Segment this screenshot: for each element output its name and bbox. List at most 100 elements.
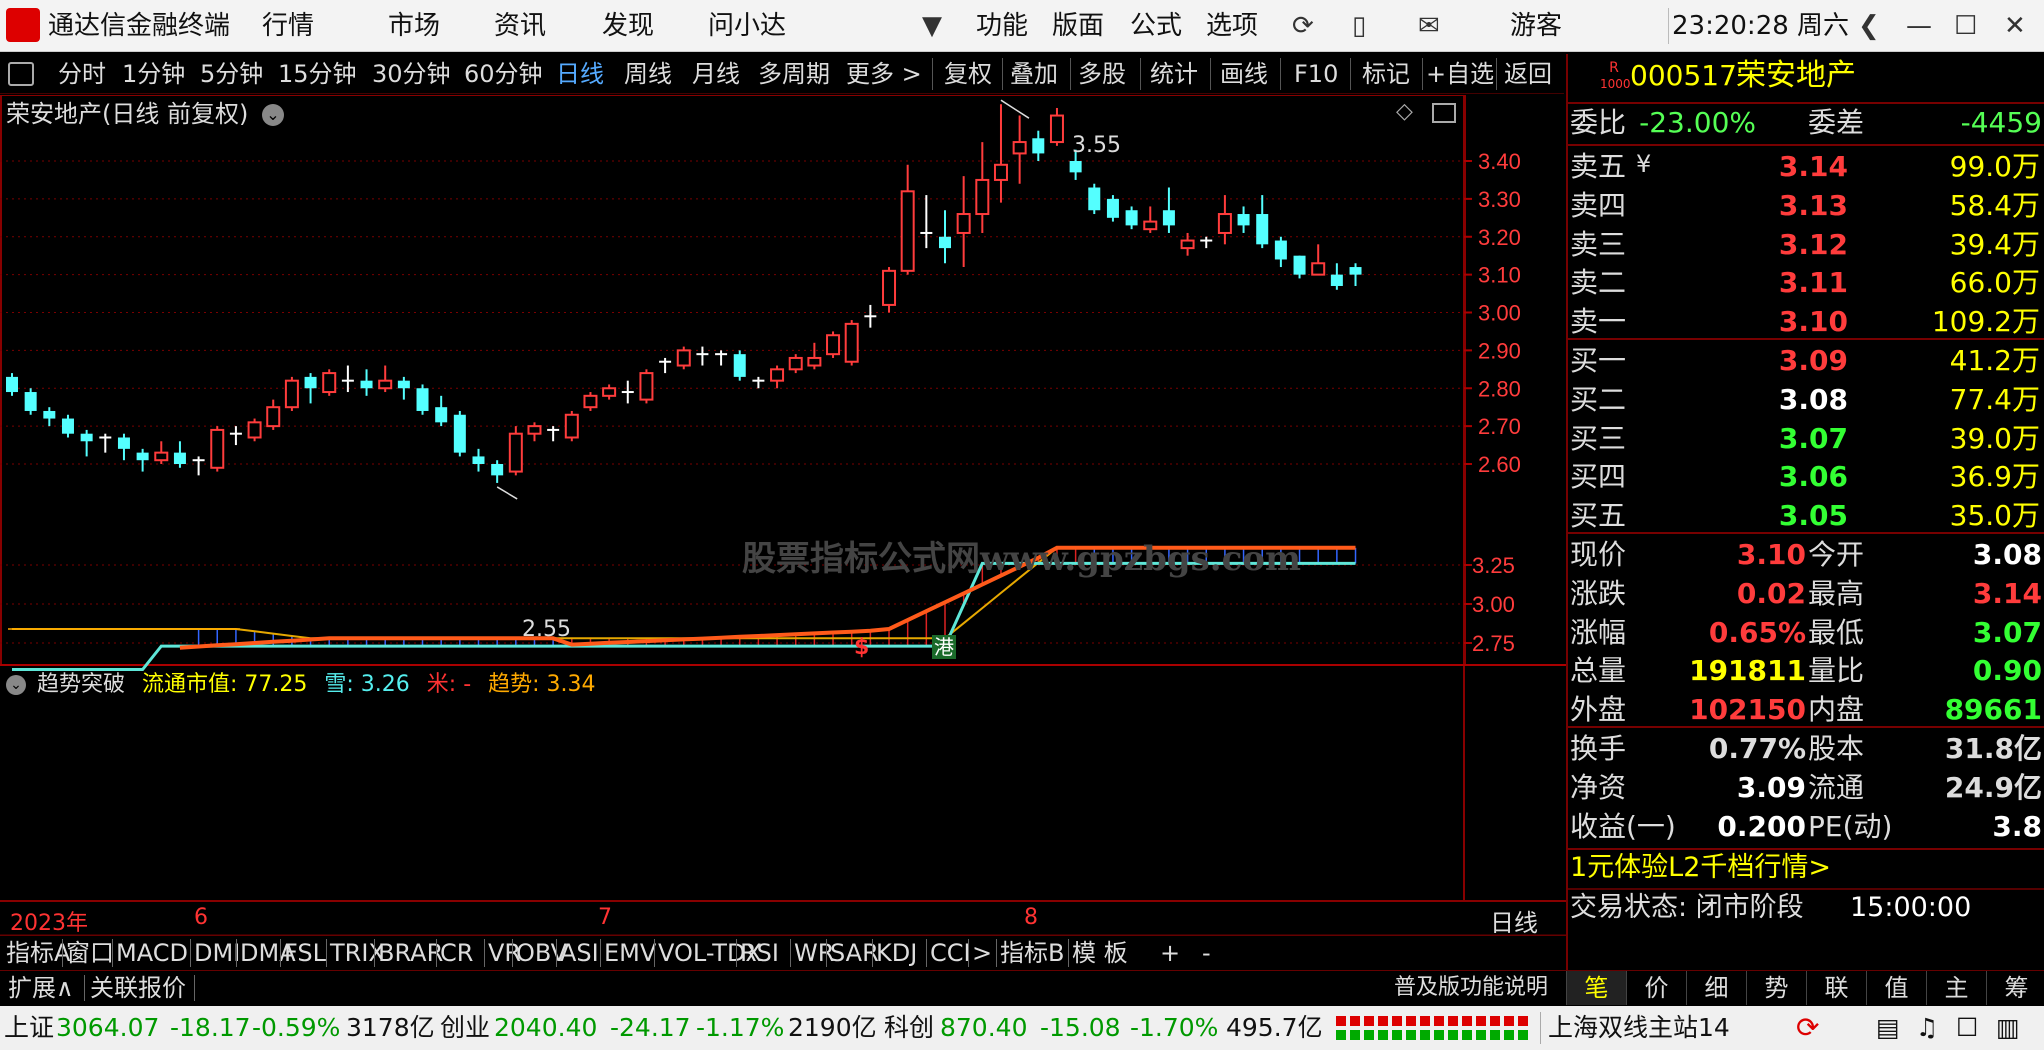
chart-settings-icon[interactable]: ⌄ (262, 104, 284, 126)
indicator-tab[interactable]: RSI (740, 936, 779, 970)
user-label[interactable]: 游客 (1510, 10, 1562, 42)
indicator-tab[interactable]: 指标B (1000, 936, 1064, 970)
order-row[interactable]: 卖四 3.13 58.4万 (1568, 187, 2044, 225)
indicator-tab[interactable]: 窗口 (66, 936, 114, 970)
quote-tab[interactable]: 笔 (1566, 971, 1626, 1005)
menu-xuanxiang[interactable]: 选项 (1206, 10, 1258, 42)
menu-gongneng[interactable]: 功能 (976, 10, 1028, 42)
sh-label[interactable]: 上证 (4, 1012, 54, 1044)
indicator-tab[interactable]: 指标A (6, 936, 70, 970)
market-breadth-icon[interactable] (1336, 1016, 1532, 1042)
period-60min[interactable]: 60分钟 (464, 59, 543, 89)
server-name[interactable]: 上海双线主站14 (1548, 1012, 1730, 1044)
quote-tab[interactable]: 价 (1626, 971, 1686, 1005)
tool-fuquan[interactable]: 复权 (944, 59, 992, 89)
chart-area[interactable]: 3.25 3.00 2.75 3.40 3.30 3.20 3.10 3.00 2.90 2.8… (0, 95, 1566, 938)
cy-label[interactable]: 创业 (440, 1012, 490, 1044)
quote-tab[interactable]: 势 (1746, 971, 1806, 1005)
order-price: 3.10 (1778, 305, 1848, 339)
help-button[interactable]: 普及版功能说明 (1394, 971, 1548, 1005)
menu-banmian[interactable]: 版面 (1052, 10, 1104, 42)
menu-wenxiaoda[interactable]: 问小达 (708, 10, 786, 42)
indicator-tab[interactable]: CR (440, 936, 473, 970)
order-row[interactable]: 买一 3.09 41.2万 (1568, 342, 2044, 380)
kline-svg[interactable]: 3.25 3.00 2.75 3.40 3.30 3.20 3.10 3.00 2.90 2.8… (0, 95, 1566, 935)
diamond-icon[interactable]: ◇ (1396, 99, 1413, 124)
maximize-icon[interactable]: ☐ (1954, 10, 1977, 42)
period-monthly[interactable]: 月线 (692, 59, 740, 89)
quote-tab[interactable]: 筹 (1986, 971, 2044, 1005)
indicator-tab[interactable]: DMI (194, 936, 240, 970)
cycle-label[interactable]: 日线 (1490, 903, 1538, 938)
period-weekly[interactable]: 周线 (624, 59, 672, 89)
order-row[interactable]: 卖二 3.11 66.0万 (1568, 264, 2044, 302)
news-icon[interactable]: ▤ (1876, 1012, 1900, 1044)
promo-link[interactable]: 1元体验L2千档行情> (1570, 850, 1831, 886)
close-icon[interactable]: ✕ (2004, 10, 2026, 42)
indicator-tab[interactable]: WR (794, 936, 834, 970)
indicator-tab[interactable]: EMV (604, 936, 656, 970)
indicator-tab[interactable]: ASI (560, 936, 599, 970)
quote-tab[interactable]: 主 (1926, 971, 1986, 1005)
period-multi[interactable]: 多周期 (758, 59, 830, 89)
indicator-tab[interactable]: TRIX (330, 936, 385, 970)
chart-icon[interactable]: ▥ (1996, 1012, 2020, 1044)
sidebar-toggle-icon[interactable] (8, 62, 34, 86)
tool-biaoji[interactable]: 标记 (1362, 59, 1410, 89)
connection-icon[interactable]: ⟳ (1796, 1012, 1819, 1044)
dividend-marker[interactable]: $ (854, 635, 869, 660)
menu-gongshi[interactable]: 公式 (1130, 10, 1182, 42)
minimize-icon[interactable]: — (1906, 10, 1932, 42)
expand-button[interactable]: 扩展∧ (8, 971, 74, 1005)
order-row[interactable]: 买三 3.07 39.0万 (1568, 420, 2044, 458)
kc-label[interactable]: 科创 (884, 1012, 934, 1044)
tool-duogu[interactable]: 多股 (1078, 59, 1126, 89)
order-row[interactable]: 买五 3.05 35.0万 (1568, 497, 2044, 535)
period-15min[interactable]: 15分钟 (278, 59, 357, 89)
tool-fanhui[interactable]: 返回 (1504, 59, 1552, 89)
order-row[interactable]: 买二 3.08 77.4万 (1568, 381, 2044, 419)
order-row[interactable]: 买四 3.06 36.9万 (1568, 458, 2044, 496)
tool-zixuan[interactable]: +自选 (1426, 59, 1494, 89)
period-30min[interactable]: 30分钟 (372, 59, 451, 89)
menu-zixun[interactable]: 资讯 (494, 10, 546, 42)
quote-tab[interactable]: 联 (1806, 971, 1866, 1005)
period-5min[interactable]: 5分钟 (200, 59, 263, 89)
indicator-tab[interactable]: > (972, 936, 992, 970)
tool-huaxian[interactable]: 画线 (1220, 59, 1268, 89)
indicator-tab[interactable]: + (1160, 936, 1180, 970)
back-icon[interactable]: ❮ (1858, 10, 1880, 42)
period-1min[interactable]: 1分钟 (122, 59, 185, 89)
indicator-tab[interactable]: CCI (930, 936, 971, 970)
quote-tab[interactable]: 值 (1866, 971, 1926, 1005)
order-row[interactable]: 卖一 3.10 109.2万 (1568, 303, 2044, 341)
dropdown-icon[interactable]: ▼ (922, 10, 942, 42)
quote-tab[interactable]: 细 (1686, 971, 1746, 1005)
bell-icon[interactable]: ♫ (1916, 1012, 1938, 1044)
hk-connect-marker[interactable]: 港 (932, 635, 956, 659)
indicator-tab[interactable]: KDJ (876, 936, 917, 970)
indicator-tab[interactable]: - (1202, 936, 1211, 970)
menu-faxian[interactable]: 发现 (602, 10, 654, 42)
phone-icon[interactable]: ▯ (1352, 10, 1366, 42)
indicator-name[interactable]: 趋势突破 (37, 672, 125, 697)
indicator-tab[interactable]: 模 板 (1072, 936, 1128, 970)
tool-diejia[interactable]: 叠加 (1010, 59, 1058, 89)
panel-toggle-icon[interactable] (1432, 103, 1456, 123)
refresh-icon[interactable]: ⟳ (1292, 10, 1314, 42)
menu-shichang[interactable]: 市场 (388, 10, 440, 42)
indicator-tab[interactable]: BRAR (378, 936, 443, 970)
period-fenshi[interactable]: 分时 (58, 59, 106, 89)
menu-hangqing[interactable]: 行情 (262, 10, 314, 42)
period-daily[interactable]: 日线 (556, 59, 604, 89)
period-more[interactable]: 更多 > (846, 59, 922, 89)
related-quote-button[interactable]: 关联报价 (90, 971, 186, 1005)
order-row[interactable]: 卖三 3.12 39.4万 (1568, 226, 2044, 264)
indicator-tab[interactable]: MACD (116, 936, 188, 970)
indicator-tab[interactable]: FSL (284, 936, 326, 970)
tool-f10[interactable]: F10 (1294, 59, 1338, 89)
mail-icon[interactable]: ✉ (1418, 10, 1440, 42)
indicator-menu-icon[interactable]: ⌄ (6, 675, 26, 695)
tool-tongji[interactable]: 统计 (1150, 59, 1198, 89)
chat-icon[interactable]: ☐ (1956, 1012, 1978, 1044)
